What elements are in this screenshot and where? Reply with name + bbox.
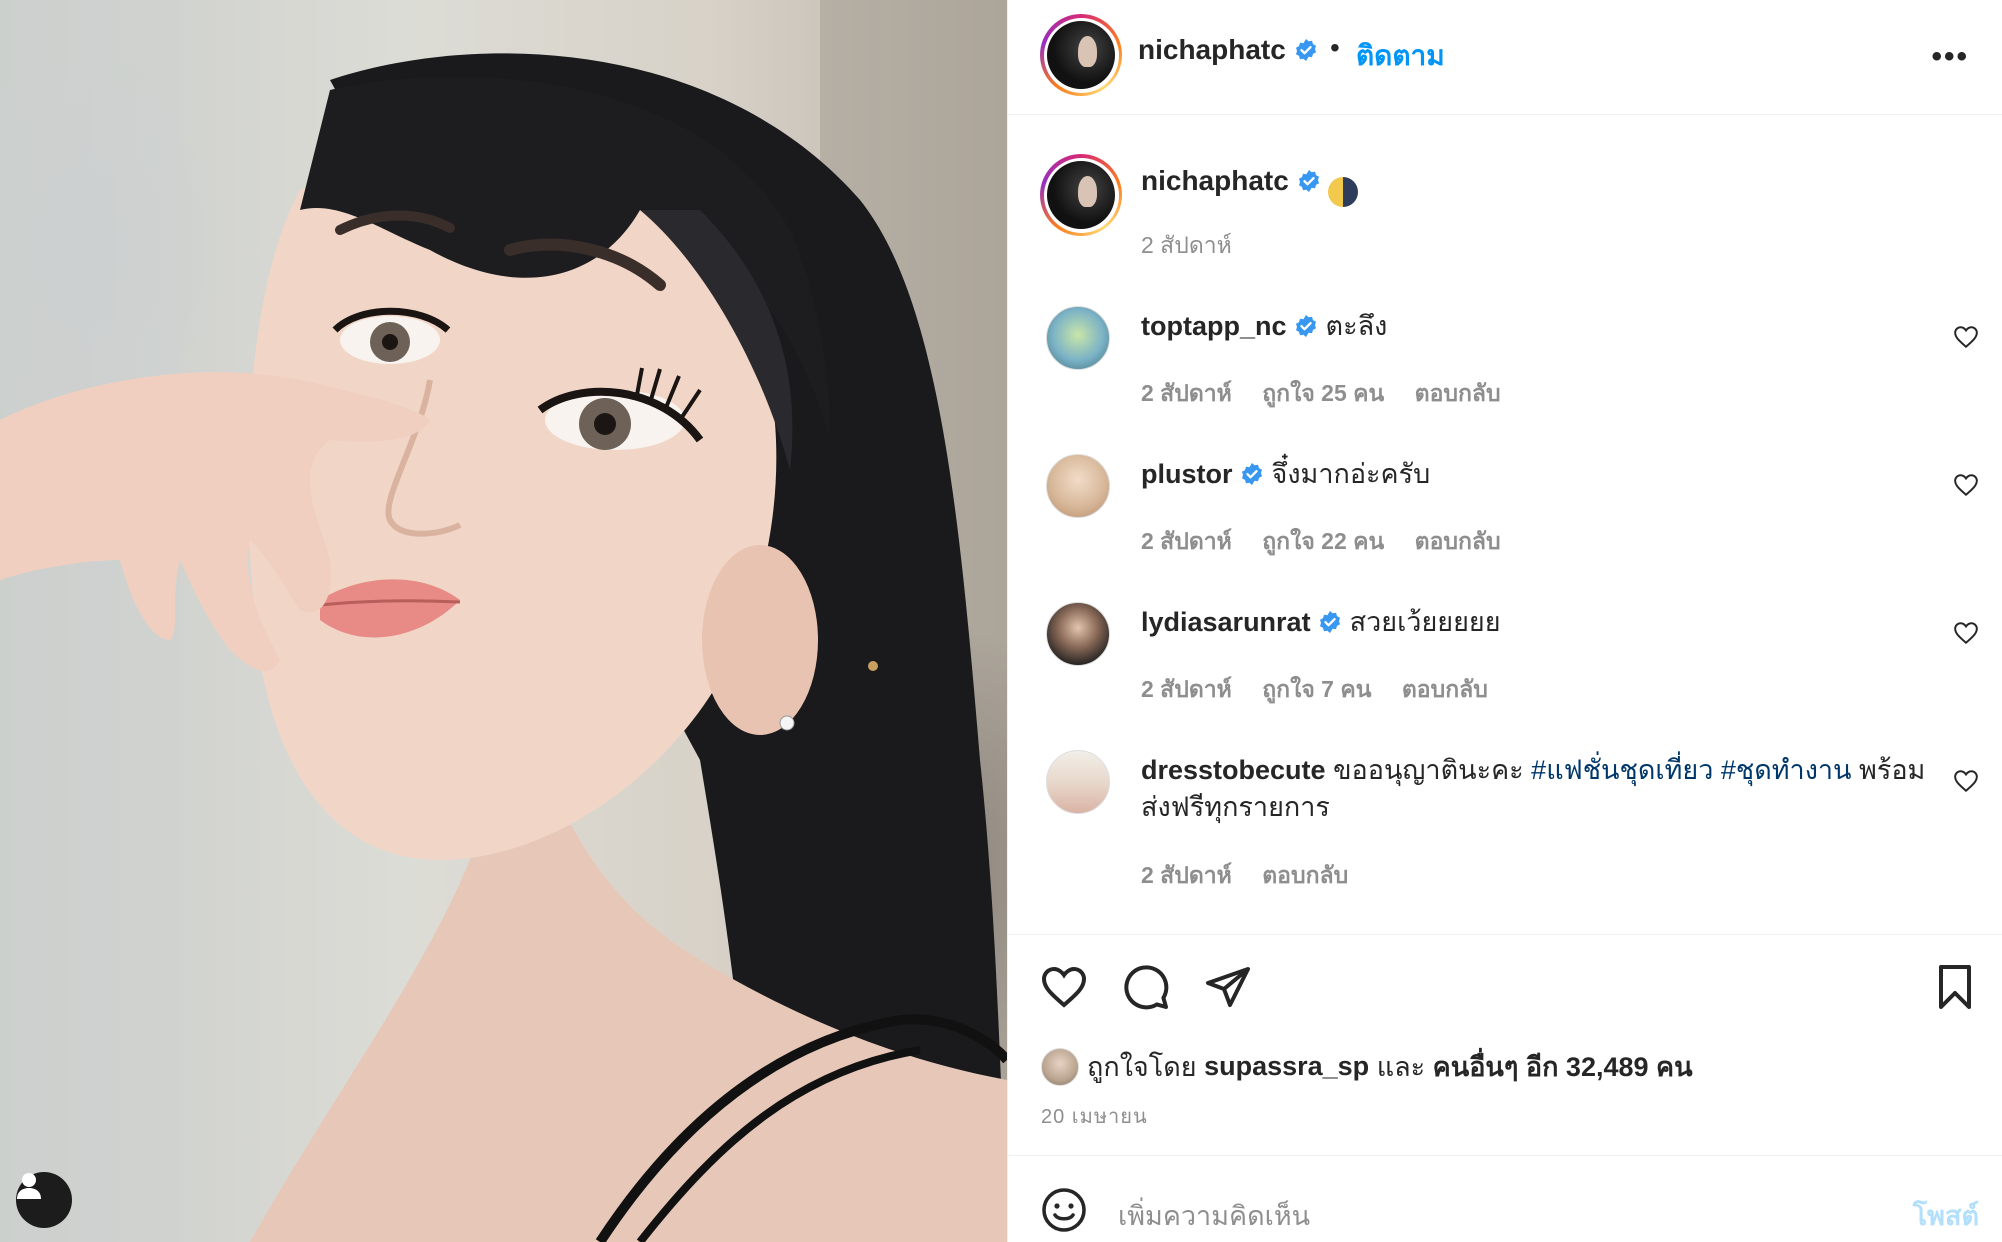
- comment-text: toptapp_nc ตะลึง: [1141, 308, 1387, 345]
- comment-time[interactable]: 2 สัปดาห์: [1141, 676, 1232, 702]
- likes-prefix: ถูกใจโดย: [1087, 1052, 1197, 1082]
- comment-username[interactable]: plustor: [1141, 459, 1233, 489]
- author-avatar[interactable]: [1040, 14, 1122, 96]
- comments-section: nichaphatc 🌗 2 สัปดาห์ toptapp_nc ตะลึง …: [1008, 116, 2002, 934]
- heart-icon[interactable]: [1953, 768, 1979, 794]
- comment-body: จึ๋งมากอ่ะครับ: [1271, 459, 1431, 489]
- comment-likes[interactable]: ถูกใจ 22 คน: [1262, 528, 1384, 554]
- comment-text: plustor จึ๋งมากอ่ะครับ: [1141, 456, 1430, 493]
- caption-time[interactable]: 2 สัปดาห์: [1141, 232, 1232, 258]
- comment-avatar[interactable]: [1046, 750, 1110, 814]
- comment-username[interactable]: lydiasarunrat: [1141, 607, 1311, 637]
- share-send-icon[interactable]: [1204, 963, 1252, 1011]
- comment-bubble-icon[interactable]: [1122, 963, 1170, 1011]
- verified-badge-icon: [1296, 315, 1317, 337]
- post-comment-button[interactable]: โพสต์: [1913, 1194, 1979, 1237]
- avatar-image: [1047, 161, 1115, 229]
- more-options-icon[interactable]: •••: [1931, 40, 1969, 74]
- bookmark-icon[interactable]: [1931, 963, 1979, 1011]
- emoji-icon[interactable]: [1040, 1186, 1088, 1234]
- comment-time[interactable]: 2 สัปดาห์: [1141, 862, 1232, 888]
- author-username[interactable]: nichaphatc: [1138, 34, 1318, 66]
- comment-avatar[interactable]: [1046, 306, 1110, 370]
- comment-likes[interactable]: ถูกใจ 7 คน: [1262, 676, 1371, 702]
- hashtag-link[interactable]: #แฟชั่นชุดเที่ยว: [1531, 755, 1713, 785]
- header-separator: •: [1330, 32, 1340, 63]
- comment-avatar[interactable]: [1046, 454, 1110, 518]
- hashtag-link[interactable]: #ชุดทำงาน: [1721, 755, 1852, 785]
- comment-likes[interactable]: ถูกใจ 25 คน: [1262, 380, 1384, 406]
- comment-meta: 2 สัปดาห์ ถูกใจ 25 คน ตอบกลับ: [1141, 376, 1525, 412]
- likes-others-link[interactable]: คนอื่นๆ อีก 32,489 คน: [1433, 1045, 1693, 1088]
- verified-badge-icon: [1320, 611, 1341, 633]
- comment-body: ส่งฟรีทุกรายการ: [1141, 792, 1330, 822]
- likes-and: และ: [1376, 1052, 1426, 1082]
- comment-text: lydiasarunrat สวยเว้ยยยยย: [1141, 604, 1501, 641]
- post-side-panel: nichaphatc • ติดตาม ••• nichaphatc 🌗: [1007, 0, 2002, 1242]
- comment-username[interactable]: dresstobecute: [1141, 755, 1326, 785]
- person-icon: [17, 1173, 41, 1199]
- comment-avatar[interactable]: [1046, 602, 1110, 666]
- comment-text: dresstobecute ขออนุญาตินะคะ #แฟชั่นชุดเท…: [1141, 752, 1941, 826]
- like-heart-icon[interactable]: [1040, 963, 1088, 1011]
- comment-body: สวยเว้ยยยยย: [1349, 607, 1501, 637]
- comment-meta: 2 สัปดาห์ ตอบกลับ: [1141, 858, 1372, 894]
- reply-button[interactable]: ตอบกลับ: [1262, 862, 1348, 888]
- post-actions: ถูกใจโดย supassra_sp และ คนอื่นๆ อีก 32,…: [1008, 934, 2002, 1154]
- heart-icon[interactable]: [1953, 472, 1979, 498]
- comment-input[interactable]: เพิ่มความคิดเห็น: [1118, 1194, 1310, 1237]
- avatar-image: [1047, 21, 1115, 89]
- reply-button[interactable]: ตอบกลับ: [1402, 676, 1488, 702]
- follow-button[interactable]: ติดตาม: [1356, 34, 1445, 78]
- caption-meta: 2 สัปดาห์: [1141, 228, 1256, 264]
- verified-badge-icon: [1298, 170, 1319, 192]
- portrait-illustration: [0, 0, 1007, 1242]
- comment-composer: เพิ่มความคิดเห็น โพสต์: [1008, 1155, 2002, 1242]
- reply-button[interactable]: ตอบกลับ: [1415, 528, 1501, 554]
- comment-body: ตะลึง: [1325, 311, 1388, 341]
- comment-time[interactable]: 2 สัปดาห์: [1141, 528, 1232, 554]
- caption-text: nichaphatc 🌗: [1141, 162, 1359, 207]
- verified-badge-icon: [1242, 463, 1263, 485]
- caption-author-avatar[interactable]: [1040, 154, 1122, 236]
- post-photo[interactable]: [0, 0, 1007, 1242]
- heart-icon[interactable]: [1953, 324, 1979, 350]
- liker-avatar[interactable]: [1041, 1047, 1079, 1086]
- post-date[interactable]: 20 เมษายน: [1041, 1100, 1148, 1132]
- heart-icon[interactable]: [1953, 620, 1979, 646]
- comment-body: พร้อม: [1859, 755, 1926, 785]
- caption-emoji: 🌗: [1328, 177, 1359, 207]
- comment-meta: 2 สัปดาห์ ถูกใจ 7 คน ตอบกลับ: [1141, 672, 1512, 708]
- verified-badge-icon: [1295, 39, 1316, 61]
- reply-button[interactable]: ตอบกลับ: [1415, 380, 1501, 406]
- comment-meta: 2 สัปดาห์ ถูกใจ 22 คน ตอบกลับ: [1141, 524, 1525, 560]
- comment-username[interactable]: toptapp_nc: [1141, 311, 1287, 341]
- comment-body: ขออนุญาตินะคะ: [1333, 755, 1524, 785]
- liker-username[interactable]: supassra_sp: [1204, 1051, 1369, 1082]
- tagged-users-button[interactable]: [16, 1172, 72, 1228]
- likes-summary: ถูกใจโดย supassra_sp และ คนอื่นๆ อีก 32,…: [1041, 1045, 1693, 1088]
- comment-time[interactable]: 2 สัปดาห์: [1141, 380, 1232, 406]
- caption-username[interactable]: nichaphatc: [1141, 165, 1289, 196]
- post-header: nichaphatc • ติดตาม •••: [1008, 0, 2002, 115]
